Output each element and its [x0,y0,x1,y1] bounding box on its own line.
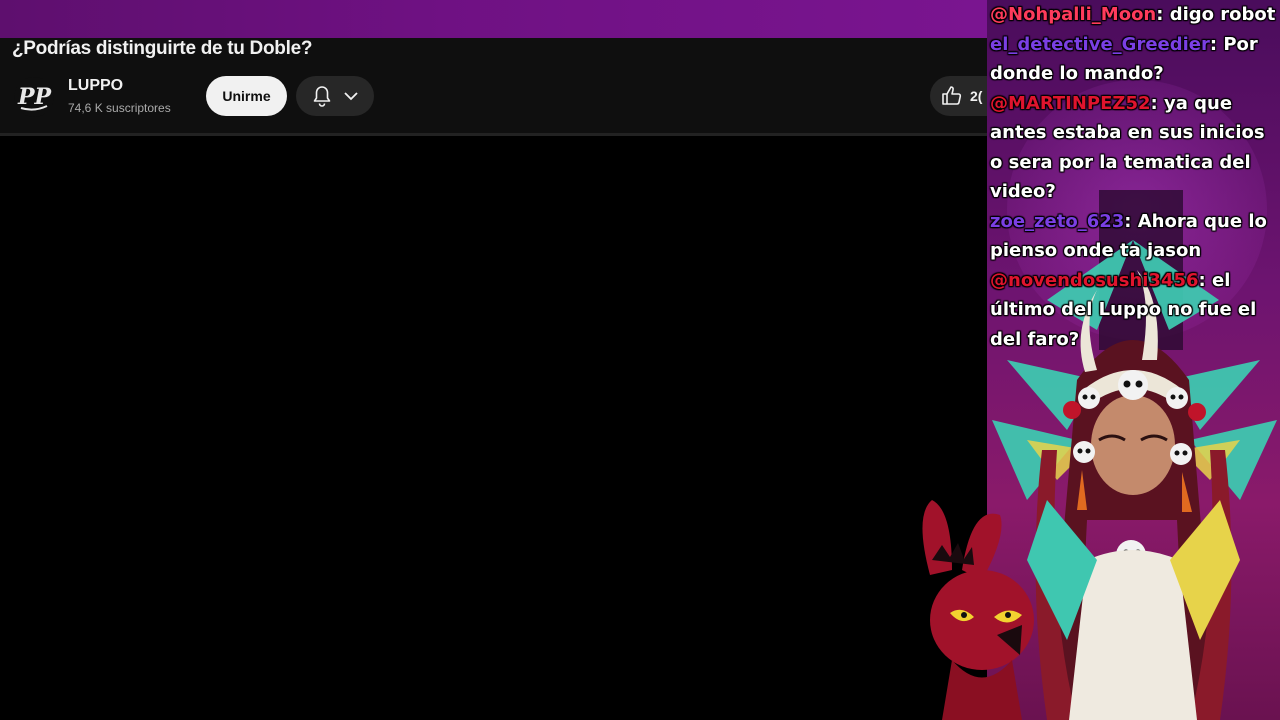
like-button[interactable]: 2( [930,76,987,116]
join-button[interactable]: Unirme [206,76,287,116]
like-count: 2( [970,88,983,104]
chat-username[interactable]: @Nohpalli_Moon [990,4,1156,25]
chat-message: @MARTINPEZ52: ya que antes estaba en sus… [990,89,1280,207]
chevron-down-icon [344,92,358,101]
chat-message: zoe_zeto_623: Ahora que lo pienso onde t… [990,207,1280,266]
video-player[interactable] [0,136,987,720]
chat-message: el_detective_Greedier: Por donde lo mand… [990,30,1280,89]
svg-text:PP: PP [17,84,53,110]
bunny-mascot [922,500,1034,720]
subscription-bell-button[interactable] [296,76,374,116]
chat-username[interactable]: zoe_zeto_623 [990,211,1124,232]
thumbs-up-icon [942,86,962,105]
video-title: ¿Podrías distinguirte de tu Doble? [12,38,313,59]
pp-logo-icon: PP [17,84,53,111]
stream-chat: @Nohpalli_Moon: digo robot el_detective_G… [990,0,1280,354]
channel-avatar[interactable]: PP [14,77,54,117]
chat-username[interactable]: @novendosushi3456 [990,270,1199,291]
bell-icon [313,86,331,107]
channel-name[interactable]: LUPPO [68,77,123,95]
chat-message: @Nohpalli_Moon: digo robot [990,0,1280,30]
chat-text: : digo robot [1156,4,1276,25]
chat-message: @novendosushi3456: el último del Luppo n… [990,266,1280,355]
channel-row: PP LUPPO 74,6 K suscriptores Unirme 2( [14,76,987,118]
youtube-capture: ¿Podrías distinguirte de tu Doble? PP LU… [0,38,987,720]
chat-username[interactable]: el_detective_Greedier [990,34,1210,55]
subscriber-count: 74,6 K suscriptores [68,101,171,115]
chat-username[interactable]: @MARTINPEZ52 [990,93,1151,114]
stream-top-bar [0,0,987,38]
